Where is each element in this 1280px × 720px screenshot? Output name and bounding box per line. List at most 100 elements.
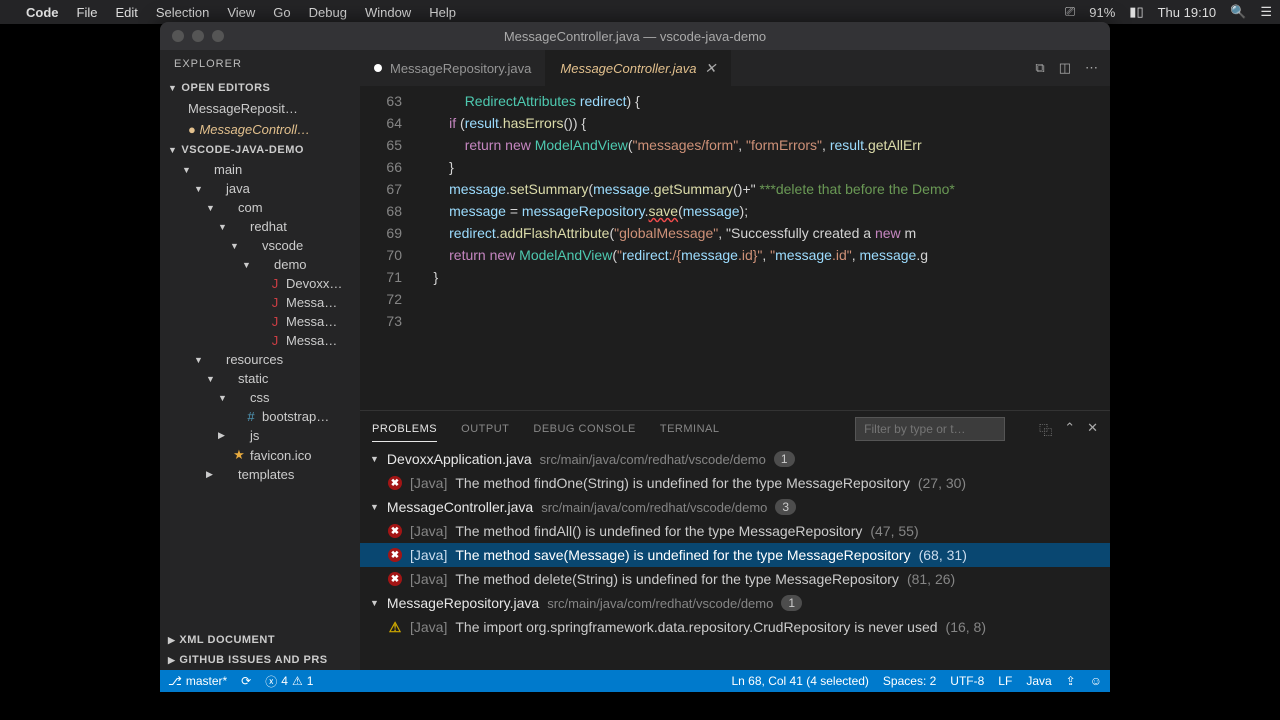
indent-status[interactable]: Spaces: 2 (883, 674, 936, 688)
problems-list[interactable]: ▼DevoxxApplication.java src/main/java/co… (360, 447, 1110, 670)
feedback-icon[interactable]: ⇪ (1066, 674, 1076, 688)
battery-percent: 91% (1089, 5, 1115, 20)
line-gutter: 6364656667686970717273 (360, 86, 418, 410)
close-window-button[interactable] (172, 30, 184, 42)
problem-item[interactable]: ✖[Java]The method save(Message) is undef… (360, 543, 1110, 567)
open-changes-icon[interactable]: ⧉ (1035, 60, 1044, 76)
sync-button[interactable]: ⟳ (241, 674, 251, 688)
titlebar: MessageController.java — vscode-java-dem… (160, 22, 1110, 50)
more-actions-icon[interactable]: ⋯ (1085, 60, 1098, 76)
project-section[interactable]: ▼VSCODE-JAVA-DEMO (160, 140, 360, 160)
git-branch[interactable]: ⎇master* (168, 674, 227, 688)
tree-file[interactable]: JDevoxx… (160, 274, 360, 293)
problem-item[interactable]: ✖[Java]The method findOne(String) is und… (360, 471, 1110, 495)
editor-main: MessageRepository.javaMessageController.… (360, 50, 1110, 670)
problems-summary[interactable]: ⓧ4 ⚠1 (265, 673, 313, 690)
problem-item[interactable]: ✖[Java]The method delete(String) is unde… (360, 567, 1110, 591)
problems-filter-input[interactable] (855, 417, 1005, 441)
battery-icon: ▮▯ (1129, 4, 1143, 20)
dirty-dot-icon (374, 64, 382, 72)
statusbar: ⎇master* ⟳ ⓧ4 ⚠1 Ln 68, Col 41 (4 select… (160, 670, 1110, 692)
bottom-panel: PROBLEMS OUTPUT DEBUG CONSOLE TERMINAL ⿻… (360, 410, 1110, 670)
error-icon: ⓧ (265, 673, 277, 690)
tree-folder[interactable]: ▶templates (160, 465, 360, 484)
error-icon: ✖ (388, 572, 402, 586)
tree-file[interactable]: ★favicon.ico (160, 445, 360, 465)
spotlight-icon[interactable]: 🔍 (1230, 4, 1246, 20)
tree-folder[interactable]: ▼static (160, 369, 360, 388)
tree-folder[interactable]: ▼css (160, 388, 360, 407)
tree-folder[interactable]: ▼redhat (160, 217, 360, 236)
collapse-all-icon[interactable]: ⿻ (1039, 420, 1052, 439)
tab-output[interactable]: OUTPUT (461, 417, 509, 441)
branch-icon: ⎇ (168, 674, 182, 688)
problem-item[interactable]: ⚠[Java]The import org.springframework.da… (360, 615, 1110, 639)
menu-help[interactable]: Help (429, 5, 456, 20)
tab-terminal[interactable]: TERMINAL (660, 417, 720, 441)
warning-icon: ⚠ (388, 620, 402, 634)
tree-file[interactable]: JMessa… (160, 331, 360, 350)
chevron-right-icon: ▶ (168, 635, 175, 646)
error-icon: ✖ (388, 476, 402, 490)
panel-close-icon[interactable]: ✕ (1087, 420, 1098, 439)
window-title: MessageController.java — vscode-java-dem… (160, 29, 1110, 44)
tree-folder[interactable]: ▼com (160, 198, 360, 217)
minimize-window-button[interactable] (192, 30, 204, 42)
zoom-window-button[interactable] (212, 30, 224, 42)
screen-share-icon[interactable]: ⎚ (1065, 4, 1075, 20)
sidebar-title: EXPLORER (160, 50, 360, 78)
macos-menubar: Code File Edit Selection View Go Debug W… (0, 0, 1280, 24)
menu-file[interactable]: File (77, 5, 98, 20)
menu-selection[interactable]: Selection (156, 5, 209, 20)
github-issues-section[interactable]: ▶GITHUB ISSUES AND PRS (160, 650, 360, 670)
menu-go[interactable]: Go (273, 5, 290, 20)
language-status[interactable]: Java (1026, 674, 1051, 688)
eol-status[interactable]: LF (998, 674, 1012, 688)
error-icon: ✖ (388, 524, 402, 538)
editor-tab[interactable]: MessageRepository.java (360, 50, 546, 86)
problem-group[interactable]: ▼DevoxxApplication.java src/main/java/co… (360, 447, 1110, 471)
menu-window[interactable]: Window (365, 5, 411, 20)
tree-file[interactable]: #bootstrap… (160, 407, 360, 426)
panel-up-icon[interactable]: ⌃ (1064, 420, 1075, 439)
tab-debug-console[interactable]: DEBUG CONSOLE (533, 417, 635, 441)
code-editor[interactable]: 6364656667686970717273 RedirectAttribute… (360, 86, 1110, 410)
xml-document-section[interactable]: ▶XML DOCUMENT (160, 630, 360, 650)
tree-file[interactable]: JMessa… (160, 293, 360, 312)
tree-folder[interactable]: ▼main (160, 160, 360, 179)
split-editor-icon[interactable]: ◫ (1059, 60, 1071, 76)
app-name[interactable]: Code (26, 5, 59, 20)
problem-group[interactable]: ▼MessageController.java src/main/java/co… (360, 495, 1110, 519)
chevron-down-icon: ▼ (168, 83, 177, 93)
close-tab-icon[interactable]: ✕ (704, 60, 716, 77)
tab-problems[interactable]: PROBLEMS (372, 417, 437, 442)
tree-folder[interactable]: ▼java (160, 179, 360, 198)
control-center-icon[interactable]: ☰ (1260, 4, 1272, 20)
open-editors-section[interactable]: ▼OPEN EDITORS (160, 78, 360, 98)
menu-edit[interactable]: Edit (115, 5, 137, 20)
open-editor-item[interactable]: MessageReposit… (160, 98, 360, 119)
open-editor-item[interactable]: ● MessageControll… (160, 119, 360, 140)
editor-tabs: MessageRepository.javaMessageController.… (360, 50, 1110, 86)
clock: Thu 19:10 (1158, 5, 1217, 20)
sidebar: EXPLORER ▼OPEN EDITORS MessageReposit…● … (160, 50, 360, 670)
chevron-right-icon: ▶ (168, 655, 175, 666)
encoding-status[interactable]: UTF-8 (950, 674, 984, 688)
tree-folder[interactable]: ▼vscode (160, 236, 360, 255)
editor-tab[interactable]: MessageController.java✕ (546, 50, 731, 86)
smiley-icon[interactable]: ☺ (1090, 674, 1102, 688)
error-icon: ✖ (388, 548, 402, 562)
code-content[interactable]: RedirectAttributes redirect) { if (resul… (418, 86, 1110, 410)
tree-folder[interactable]: ▶js (160, 426, 360, 445)
cursor-position[interactable]: Ln 68, Col 41 (4 selected) (732, 674, 869, 688)
tree-folder[interactable]: ▼resources (160, 350, 360, 369)
tree-folder[interactable]: ▼demo (160, 255, 360, 274)
problem-item[interactable]: ✖[Java]The method findAll() is undefined… (360, 519, 1110, 543)
tree-file[interactable]: JMessa… (160, 312, 360, 331)
menu-view[interactable]: View (227, 5, 255, 20)
menu-debug[interactable]: Debug (309, 5, 347, 20)
problem-group[interactable]: ▼MessageRepository.java src/main/java/co… (360, 591, 1110, 615)
vscode-window: MessageController.java — vscode-java-dem… (160, 22, 1110, 692)
chevron-down-icon: ▼ (168, 145, 177, 155)
warning-icon: ⚠ (292, 674, 303, 688)
